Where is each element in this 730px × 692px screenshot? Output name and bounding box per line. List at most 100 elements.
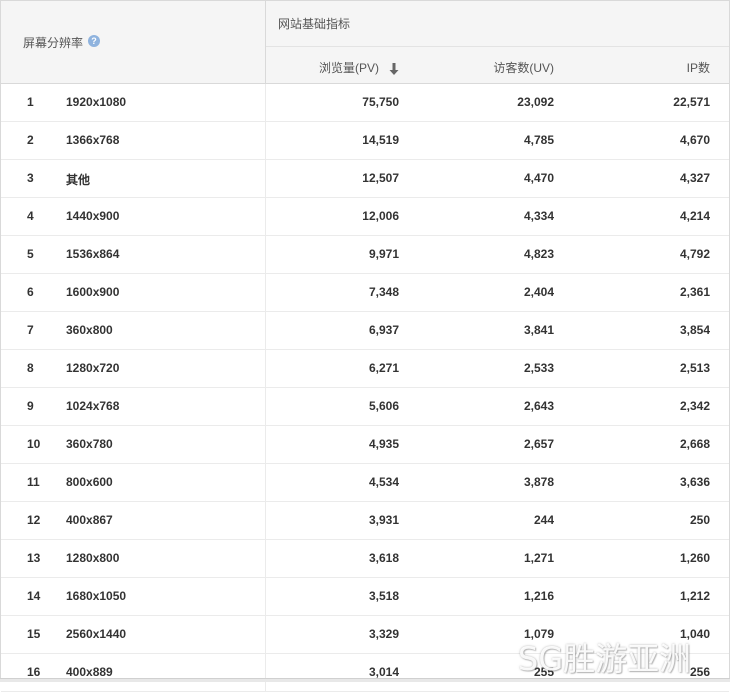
- pv-cell: 14,519: [362, 133, 399, 147]
- ip-cell: 4,327: [679, 171, 710, 185]
- column-divider: [265, 540, 266, 577]
- ip-cell: 2,668: [679, 437, 710, 451]
- ip-cell: 3,854: [679, 323, 710, 337]
- uv-cell: 2,404: [523, 285, 554, 299]
- column-divider: [265, 350, 266, 387]
- resolution-cell: 1024x768: [66, 399, 120, 413]
- metrics-group-label: 网站基础指标: [278, 17, 351, 31]
- rank-cell: 5: [27, 247, 34, 261]
- pv-cell: 12,006: [362, 209, 399, 223]
- column-divider: [265, 84, 266, 121]
- watermark-text: SG胜游亚洲: [518, 640, 692, 678]
- uv-cell: 3,841: [523, 323, 554, 337]
- column-divider: [265, 654, 266, 691]
- uv-column-header[interactable]: 访客数(UV): [493, 59, 554, 76]
- uv-cell: 4,823: [523, 247, 554, 261]
- metrics-group-header: 网站基础指标: [266, 1, 729, 47]
- ip-cell: 1,212: [679, 589, 710, 603]
- pv-cell: 3,329: [368, 627, 399, 641]
- resolution-cell: 400x867: [66, 513, 113, 527]
- ip-cell: 2,361: [679, 285, 710, 299]
- pv-cell: 3,014: [368, 665, 399, 679]
- uv-cell: 244: [533, 513, 554, 527]
- column-divider: [265, 578, 266, 615]
- column-divider: [265, 388, 266, 425]
- rank-cell: 13: [27, 551, 41, 565]
- resolution-cell: 800x600: [66, 475, 113, 489]
- ip-cell: 2,342: [679, 399, 710, 413]
- column-divider: [265, 236, 266, 273]
- ip-cell: 4,214: [679, 209, 710, 223]
- column-divider: [265, 312, 266, 349]
- column-divider: [265, 160, 266, 197]
- rank-cell: 11: [27, 475, 40, 489]
- column-divider: [265, 426, 266, 463]
- table-row[interactable]: 7 360x800 6,937 3,841 3,854: [1, 312, 729, 350]
- table-row[interactable]: 3 其他 12,507 4,470 4,327: [1, 160, 729, 198]
- rank-cell: 1: [27, 95, 34, 109]
- pv-cell: 75,750: [362, 95, 399, 109]
- pv-column-header[interactable]: 浏览量(PV): [319, 59, 399, 76]
- column-divider: [265, 502, 266, 539]
- uv-cell: 1,216: [523, 589, 554, 603]
- table-row[interactable]: 2 1366x768 14,519 4,785 4,670: [1, 122, 729, 160]
- rank-cell: 15: [27, 627, 41, 641]
- ip-header-label: IP数: [686, 61, 710, 75]
- rank-cell: 10: [27, 437, 41, 451]
- uv-cell: 1,271: [523, 551, 554, 565]
- table-row[interactable]: 14 1680x1050 3,518 1,216 1,212: [1, 578, 729, 616]
- resolution-cell: 2560x1440: [66, 627, 127, 641]
- rank-cell: 7: [27, 323, 34, 337]
- pv-cell: 3,931: [368, 513, 399, 527]
- resolution-cell: 1920x1080: [66, 95, 127, 109]
- pv-cell: 12,507: [362, 171, 399, 185]
- table-row[interactable]: 8 1280x720 6,271 2,533 2,513: [1, 350, 729, 388]
- table-row[interactable]: 4 1440x900 12,006 4,334 4,214: [1, 198, 729, 236]
- uv-cell: 2,533: [523, 361, 554, 375]
- table-row[interactable]: 10 360x780 4,935 2,657 2,668: [1, 426, 729, 464]
- rank-cell: 2: [27, 133, 34, 147]
- table-row[interactable]: 1 1920x1080 75,750 23,092 22,571: [1, 84, 729, 122]
- table-row[interactable]: 11 800x600 4,534 3,878 3,636: [1, 464, 729, 502]
- rank-cell: 6: [27, 285, 34, 299]
- resolution-column-header: 屏幕分辨率 ?: [1, 1, 266, 83]
- rank-cell: 12: [27, 513, 41, 527]
- rank-cell: 14: [27, 589, 41, 603]
- uv-cell: 2,657: [523, 437, 554, 451]
- ip-cell: 3,636: [679, 475, 710, 489]
- help-icon[interactable]: ?: [88, 35, 100, 47]
- pv-cell: 9,971: [368, 247, 399, 261]
- uv-cell: 23,092: [517, 95, 554, 109]
- resolution-cell: 1536x864: [66, 247, 120, 261]
- rank-cell: 8: [27, 361, 34, 375]
- column-divider: [265, 464, 266, 501]
- table-row[interactable]: 13 1280x800 3,618 1,271 1,260: [1, 540, 729, 578]
- ip-cell: 1,260: [679, 551, 710, 565]
- resolution-cell: 其他: [66, 173, 91, 187]
- pv-cell: 3,518: [368, 589, 399, 603]
- ip-cell: 256: [689, 665, 710, 679]
- uv-cell: 4,785: [523, 133, 554, 147]
- table-row[interactable]: 9 1024x768 5,606 2,643 2,342: [1, 388, 729, 426]
- resolution-cell: 1600x900: [66, 285, 120, 299]
- ip-column-header[interactable]: IP数: [687, 59, 710, 76]
- resolution-cell: 1366x768: [66, 133, 120, 147]
- resolution-cell: 1440x900: [66, 209, 120, 223]
- rank-cell: 4: [27, 209, 34, 223]
- table-row[interactable]: 6 1600x900 7,348 2,404 2,361: [1, 274, 729, 312]
- uv-header-label: 访客数(UV): [493, 61, 554, 75]
- arrow-down-icon[interactable]: [389, 62, 399, 75]
- table-row[interactable]: 5 1536x864 9,971 4,823 4,792: [1, 236, 729, 274]
- ip-cell: 250: [689, 513, 710, 527]
- pv-cell: 6,271: [368, 361, 399, 375]
- uv-cell: 2,643: [523, 399, 554, 413]
- resolution-cell: 1280x800: [66, 551, 120, 565]
- ip-cell: 22,571: [673, 95, 710, 109]
- rank-cell: 3: [27, 171, 34, 185]
- table-row[interactable]: 12 400x867 3,931 244 250: [1, 502, 729, 540]
- resolution-cell: 400x889: [66, 665, 113, 679]
- column-divider: [265, 198, 266, 235]
- pv-header-label: 浏览量(PV): [318, 61, 379, 75]
- table-body: 1 1920x1080 75,750 23,092 22,571 2 1366x768 14,…: [1, 84, 729, 692]
- table-header: 屏幕分辨率 ? 网站基础指标 浏览量(PV) 访客数(UV) IP数: [1, 1, 729, 84]
